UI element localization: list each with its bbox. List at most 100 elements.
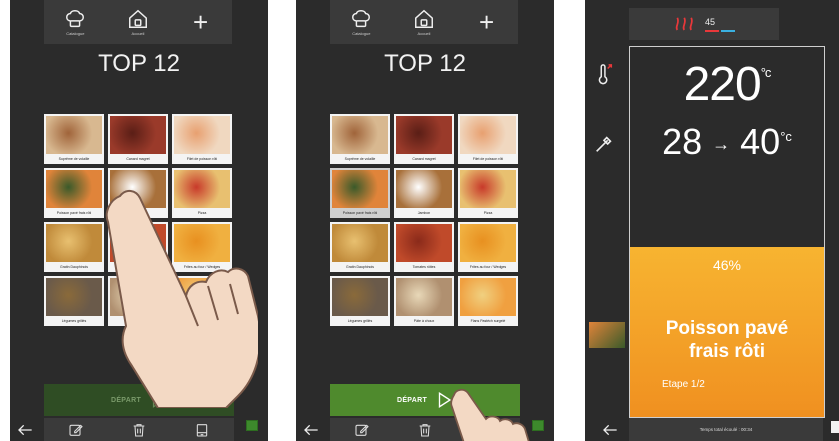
recipe-caption: Légumes grillés [61,319,87,323]
recipe-tile[interactable]: Canard magret [394,114,454,164]
recipe-tile[interactable]: Tomates rôties [394,222,454,272]
recipe-photo [110,170,166,208]
clipboard-icon[interactable] [194,422,210,438]
recipe-photo [332,170,388,208]
recipe-tile[interactable]: Pâte à choux [108,276,168,326]
heat-waves-icon [675,17,693,31]
recipe-tile[interactable]: Frites au four / Wedges [172,222,232,272]
recipe-photo [332,224,388,262]
step-indicator: Etape 1/2 [662,379,705,390]
catalogue-button[interactable]: Catalogue [336,8,386,36]
heat-status-bar: 45 [629,8,779,40]
document-icon[interactable] [831,421,839,433]
play-icon [152,392,166,408]
recipe-photo [396,278,452,316]
back-button[interactable] [599,418,621,441]
recipe-tile[interactable]: Pizza [458,168,518,218]
catalogue-label: Catalogue [66,31,85,36]
recipe-photo [46,170,102,208]
bottom-toolbar [330,418,520,441]
trash-icon[interactable] [417,422,433,438]
recipe-tile[interactable]: Filet de poisson rôti [458,114,518,164]
recipe-photo [174,170,230,208]
catalogue-button[interactable]: Catalogue [50,8,100,36]
edit-icon[interactable] [354,422,370,438]
start-button[interactable]: DÉPART [330,384,520,416]
recipe-caption: Gratin Dauphinois [345,265,374,269]
recipe-caption: Tomates rôties [412,265,436,269]
recipe-photo [110,116,166,154]
recipe-tile[interactable]: Flans Pastèch surgelé [172,276,232,326]
recipe-photo [174,116,230,154]
status-indicator [246,420,258,431]
thermometer-button[interactable] [589,62,619,86]
page-title: TOP 12 [384,50,466,77]
screen-recipe-selected: Catalogue Accueil + TOP 12 Suprême de vo… [296,0,554,441]
catalogue-label: Catalogue [352,31,371,36]
arrow-left-icon [304,424,318,435]
recipe-photo [46,224,102,262]
recipe-tile[interactable]: Tomates rôties [108,222,168,272]
recipe-photo [396,116,452,154]
recipe-caption: Filet de poisson rôti [472,157,504,161]
recipe-name-line2: frais rôti [688,341,766,362]
home-button[interactable]: Accueil [399,8,449,36]
recipe-tile[interactable]: Filet de poisson rôti [172,114,232,164]
arrow-left-icon [603,424,617,435]
probe-button[interactable] [589,132,619,156]
recipe-tile[interactable]: Pâte à choux [394,276,454,326]
recipe-tile[interactable]: Légumes grillés [44,276,104,326]
recipe-tile[interactable]: Légumes grillés [330,276,390,326]
fan-speed-bar-red [705,30,719,32]
recipe-tile-selected[interactable]: Poisson pavé frais rôti [330,168,390,218]
trash-icon[interactable] [131,422,147,438]
back-button[interactable] [300,418,322,441]
recipe-tile[interactable]: Poisson pavé frais rôti [44,168,104,218]
total-elapsed-time: Temps total écoulé : 00:34 [699,427,753,432]
recipe-tile[interactable]: Gratin Dauphinois [44,222,104,272]
recipe-name-line1: Poisson pavé [665,318,789,339]
chef-hat-icon [352,10,371,28]
recipe-tile[interactable]: Jambon [108,168,168,218]
recipe-caption: Frites au four / Wedges [183,265,221,269]
start-button[interactable]: DÉPART [44,384,234,416]
back-button[interactable] [14,418,36,441]
recipe-tile[interactable]: Suprême de volaille [44,114,104,164]
recipe-caption: Flans Pastèch surgelé [470,319,506,323]
chamber-temperature: 220°c [630,57,824,112]
recipe-tile[interactable]: Canard magret [108,114,168,164]
bottom-toolbar [44,418,234,441]
top-toolbar: Catalogue Accueil + [330,0,518,44]
top-toolbar: Catalogue Accueil + [44,0,232,44]
add-button[interactable]: + [176,9,226,35]
play-icon [438,392,452,408]
recipe-photo [174,278,230,316]
recipe-tile[interactable]: Frites au four / Wedges [458,222,518,272]
fan-speed-bar-blue [721,30,735,32]
recipe-tile[interactable]: Gratin Dauphinois [330,222,390,272]
recipe-photo [332,116,388,154]
home-label: Accueil [131,31,145,36]
recipe-tile[interactable]: Suprême de volaille [330,114,390,164]
screen-cooking-progress: 45 220°c 28 → 40°c 46% Poisson pavé frai… [585,0,839,441]
clipboard-icon[interactable] [480,422,496,438]
recipe-name: Poisson pavé frais rôti [630,317,824,363]
recipe-tile[interactable]: Pizza [172,168,232,218]
recipe-caption: Filet de poisson rôti [186,157,218,161]
probe-to-value: 40 [740,121,781,162]
recipe-photo [460,278,516,316]
recipe-photo [110,224,166,262]
recipe-caption: Jambon [417,211,431,215]
arrow-left-icon [18,424,32,435]
recipe-photo [396,224,452,262]
edit-icon[interactable] [68,422,84,438]
start-label: DÉPART [396,396,428,404]
recipe-caption: Canard magret [126,157,150,161]
cooking-panel: 220°c 28 → 40°c 46% Poisson pavé frais r… [629,46,825,418]
recipe-tile[interactable]: Flans Pastèch surgelé [458,276,518,326]
add-button[interactable]: + [462,9,512,35]
recipe-tile[interactable]: Jambon [394,168,454,218]
status-indicator [532,420,544,431]
home-button[interactable]: Accueil [113,8,163,36]
progress-percent: 46% [712,257,742,273]
